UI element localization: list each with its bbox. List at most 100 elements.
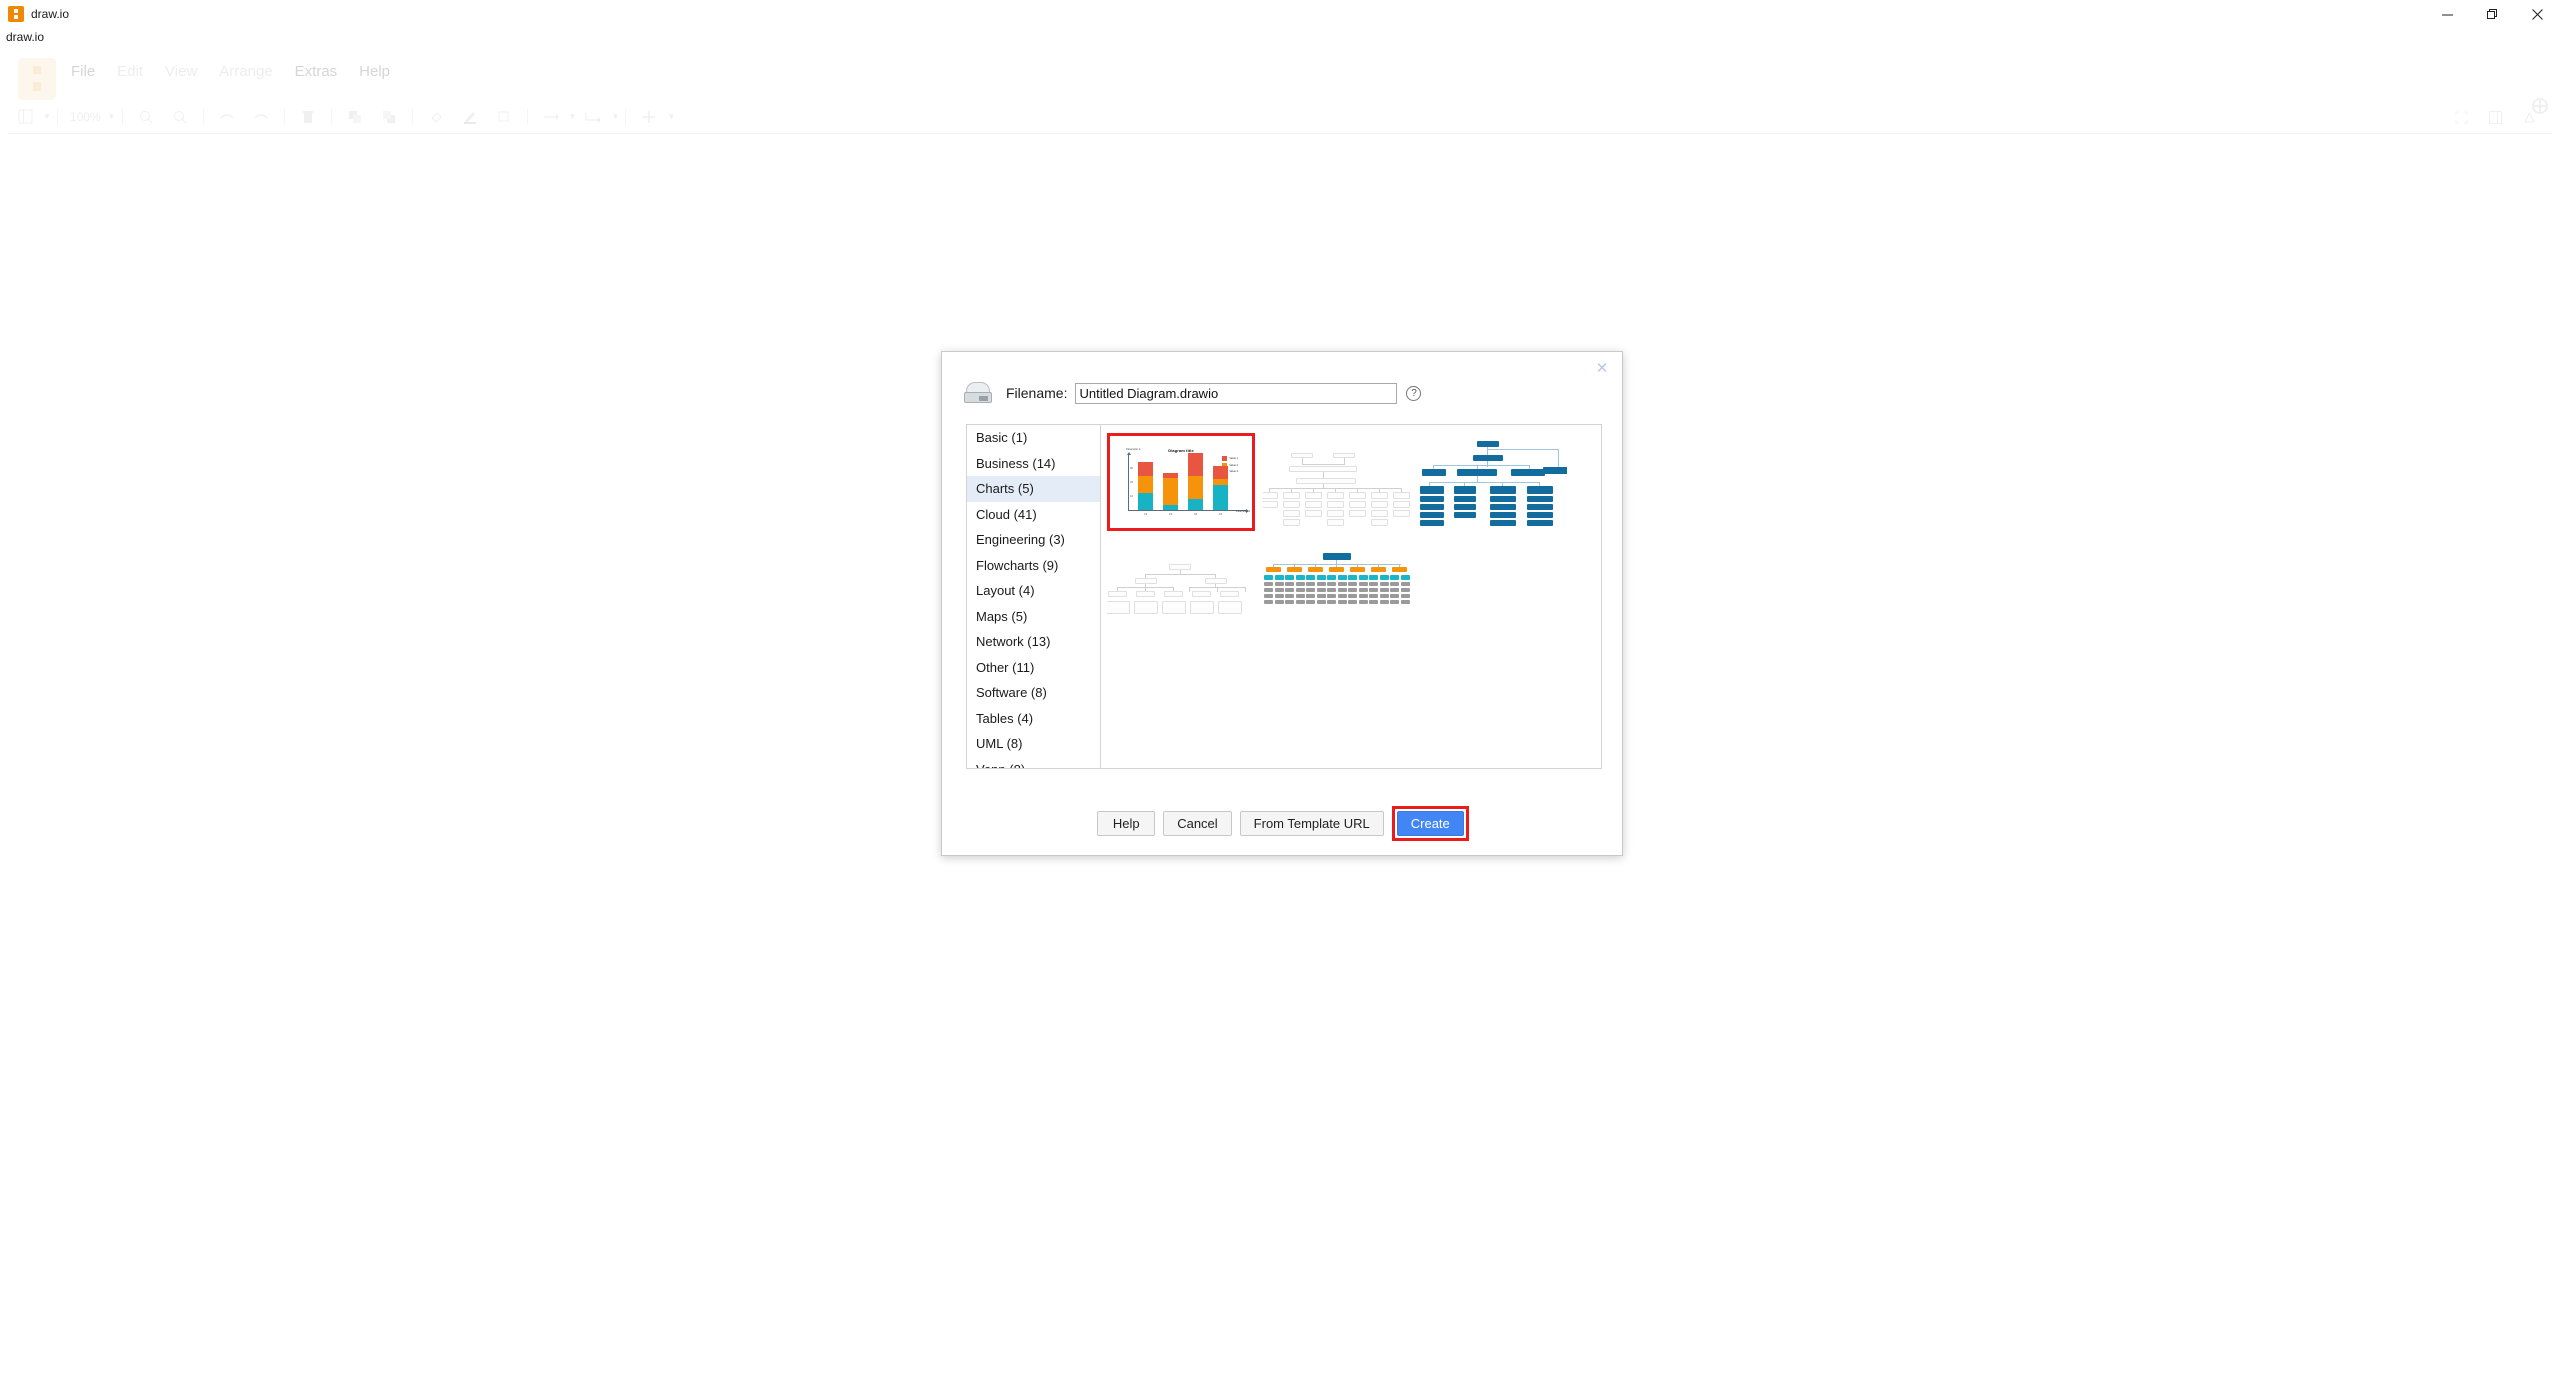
filename-row: Filename: ? (942, 382, 1624, 404)
y-axis (1126, 452, 1131, 511)
category-item-venn[interactable]: Venn (8) (967, 757, 1100, 769)
x-axis-label: Parameter 1 (1235, 510, 1250, 513)
zoom-caret-icon[interactable]: ▼ (108, 112, 116, 121)
menu-item-arrange[interactable]: Arrange (208, 59, 283, 84)
view-layout-icon[interactable] (12, 106, 38, 128)
x-tick-label: C4 (1218, 513, 1223, 516)
zoom-level-label[interactable]: 100% (70, 110, 101, 124)
insert-caret-icon[interactable]: ▼ (667, 112, 675, 121)
app-chrome: File Edit View Arrange Extras Help ▼ 100… (0, 48, 2560, 148)
dialog-close-icon[interactable]: ✕ (1592, 358, 1612, 378)
line-color-icon[interactable] (457, 106, 483, 128)
help-button[interactable]: Help (1097, 811, 1156, 836)
bar-c2 (1163, 473, 1178, 510)
template-grid: Diagram title Value 1 Value 2 Value 3 Pa… (1101, 425, 1601, 768)
stacked-bar-chart-thumbnail: Diagram title Value 1 Value 2 Value 3 Pa… (1110, 436, 1252, 528)
redo-icon[interactable] (248, 106, 274, 128)
undo-icon[interactable] (214, 106, 240, 128)
drawio-app-icon (8, 6, 24, 22)
fullscreen-icon[interactable] (2448, 106, 2474, 128)
category-item-cloud[interactable]: Cloud (41) (967, 502, 1100, 528)
gray-tree-chart-thumbnail (1107, 539, 1255, 637)
bar-c1 (1138, 462, 1153, 510)
bar-c4 (1213, 466, 1228, 510)
category-item-network[interactable]: Network (13) (967, 629, 1100, 655)
fill-color-icon[interactable] (423, 106, 449, 128)
window-controls (2425, 0, 2560, 28)
template-blue-org-chart[interactable] (1419, 433, 1567, 531)
dialog-body: Basic (1) Business (14) Charts (5) Cloud… (966, 424, 1602, 769)
menu-item-edit[interactable]: Edit (106, 59, 154, 84)
shadow-icon[interactable] (491, 106, 517, 128)
menu-item-help[interactable]: Help (348, 59, 401, 84)
restore-button[interactable] (2470, 0, 2515, 28)
connection-caret-icon[interactable]: ▼ (569, 112, 577, 121)
template-colored-tree-chart[interactable] (1263, 539, 1411, 637)
toolbar-divider (411, 108, 413, 125)
toolbar-divider (121, 108, 123, 125)
category-item-tables[interactable]: Tables (4) (967, 706, 1100, 732)
close-button[interactable] (2515, 0, 2560, 28)
y-tick-label: 10 (1130, 495, 1133, 498)
x-tick-label: C3 (1193, 513, 1198, 516)
colored-tree-chart-thumbnail (1263, 539, 1411, 637)
format-panel-icon[interactable] (2482, 106, 2508, 128)
toolbar-divider (283, 108, 285, 125)
main-toolbar: ▼ 100% ▼ ▼ ▼ ▼ (8, 100, 2552, 134)
category-item-business[interactable]: Business (14) (967, 451, 1100, 477)
toolbar-divider (526, 108, 528, 125)
insert-icon[interactable] (636, 106, 662, 128)
toolbar-divider (56, 108, 58, 125)
toolbar-divider (202, 108, 204, 125)
toolbar-divider (625, 108, 627, 125)
category-item-engineering[interactable]: Engineering (3) (967, 527, 1100, 553)
filename-label: Filename: (1006, 385, 1068, 401)
category-item-charts[interactable]: Charts (5) (967, 476, 1100, 502)
zoom-out-icon[interactable] (167, 106, 193, 128)
window-title: draw.io (31, 7, 70, 21)
new-diagram-dialog: ✕ Filename: ? Basic (1) Business (14) Ch… (941, 351, 1623, 856)
y-tick-label: 30 (1130, 467, 1133, 470)
cancel-button[interactable]: Cancel (1163, 811, 1232, 836)
toolbar-right-group (2444, 100, 2546, 134)
category-item-basic[interactable]: Basic (1) (967, 425, 1100, 451)
waypoints-icon[interactable] (580, 106, 606, 128)
x-axis (1128, 508, 1249, 513)
template-stacked-bar-chart[interactable]: Diagram title Value 1 Value 2 Value 3 Pa… (1107, 433, 1255, 531)
menu-item-view[interactable]: View (154, 59, 208, 84)
storage-icon (964, 382, 992, 404)
category-item-uml[interactable]: UML (8) (967, 731, 1100, 757)
filename-input[interactable] (1075, 382, 1398, 404)
minimize-button[interactable] (2425, 0, 2470, 28)
category-item-other[interactable]: Other (11) (967, 655, 1100, 681)
category-item-layout[interactable]: Layout (4) (967, 578, 1100, 604)
create-button-highlight: Create (1391, 806, 1469, 841)
help-circle-icon[interactable]: ? (1406, 385, 1422, 401)
dialog-footer: Help Cancel From Template URL Create (942, 806, 1624, 841)
category-item-flowcharts[interactable]: Flowcharts (9) (967, 553, 1100, 579)
chart-plot-area: Parameter 2 Parameter 1 10 20 30 C1 C2 C… (1126, 448, 1250, 516)
view-layout-caret-icon[interactable]: ▼ (43, 112, 51, 121)
template-gray-tree-chart[interactable] (1107, 539, 1255, 637)
category-item-maps[interactable]: Maps (5) (967, 604, 1100, 630)
outline-icon[interactable] (2516, 106, 2542, 128)
connection-arrow-icon[interactable] (538, 106, 564, 128)
template-gray-org-chart[interactable] (1263, 433, 1411, 531)
zoom-in-icon[interactable] (133, 106, 159, 128)
waypoints-caret-icon[interactable]: ▼ (611, 112, 619, 121)
y-tick-label: 20 (1130, 481, 1133, 484)
gray-org-chart-thumbnail (1263, 433, 1411, 531)
menu-item-file[interactable]: File (60, 59, 106, 84)
x-tick-label: C1 (1143, 513, 1148, 516)
to-front-icon[interactable] (342, 106, 368, 128)
y-axis-label: Parameter 2 (1126, 448, 1141, 451)
category-item-software[interactable]: Software (8) (967, 680, 1100, 706)
from-template-url-button[interactable]: From Template URL (1239, 811, 1384, 836)
create-button[interactable]: Create (1396, 811, 1464, 836)
menu-item-extras[interactable]: Extras (284, 59, 349, 84)
drawio-logo-icon (18, 58, 56, 100)
app-document-title: draw.io (6, 30, 45, 44)
bar-c3 (1188, 453, 1203, 510)
to-back-icon[interactable] (376, 106, 402, 128)
delete-icon[interactable] (295, 106, 321, 128)
